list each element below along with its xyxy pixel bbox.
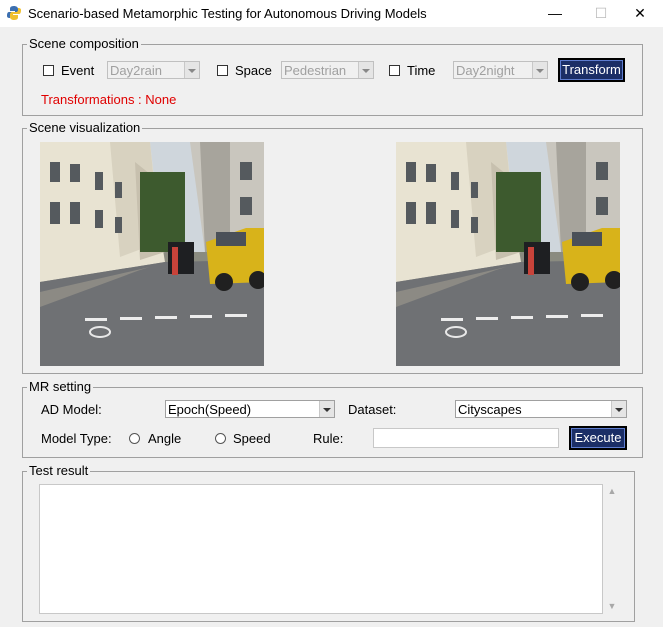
- execute-button[interactable]: Execute: [569, 426, 627, 450]
- time-label: Time: [407, 63, 436, 78]
- chevron-down-icon: [532, 62, 547, 78]
- transformed-scene-image: [396, 142, 620, 366]
- event-select-value: Day2rain: [110, 63, 163, 78]
- python-app-icon: [7, 6, 21, 20]
- chevron-down-icon: [611, 401, 626, 417]
- mr-setting-legend: MR setting: [29, 379, 92, 394]
- space-select-value: Pedestrian: [284, 63, 347, 78]
- space-label: Space: [235, 63, 272, 78]
- speed-radio[interactable]: [215, 433, 226, 444]
- angle-radio[interactable]: [129, 433, 140, 444]
- transform-button[interactable]: Transform: [558, 58, 625, 82]
- speed-radio-label: Speed: [233, 431, 271, 446]
- ad-model-label: AD Model:: [41, 402, 102, 417]
- close-button[interactable]: ✕: [617, 0, 663, 26]
- dataset-select[interactable]: Cityscapes: [455, 400, 627, 418]
- chevron-down-icon: [319, 401, 334, 417]
- scene-composition-legend: Scene composition: [29, 36, 139, 51]
- rule-input[interactable]: [373, 428, 559, 448]
- scene-visualization-legend: Scene visualization: [29, 120, 141, 135]
- minimize-button[interactable]: —: [532, 0, 578, 26]
- test-result-output[interactable]: [39, 484, 603, 614]
- time-select-value: Day2night: [456, 63, 515, 78]
- model-type-label: Model Type:: [41, 431, 112, 446]
- ad-model-select[interactable]: Epoch(Speed): [165, 400, 335, 418]
- original-scene-image: [40, 142, 264, 366]
- event-checkbox[interactable]: [43, 65, 54, 76]
- title-bar: Scenario-based Metamorphic Testing for A…: [0, 0, 663, 27]
- space-select[interactable]: Pedestrian: [281, 61, 374, 79]
- angle-radio-label: Angle: [148, 431, 182, 446]
- rule-label: Rule:: [313, 431, 344, 446]
- event-select[interactable]: Day2rain: [107, 61, 200, 79]
- chevron-down-icon: [184, 62, 199, 78]
- event-label: Event: [61, 63, 95, 78]
- scroll-up-icon[interactable]: ▲: [604, 485, 620, 497]
- time-select[interactable]: Day2night: [453, 61, 548, 79]
- window-title: Scenario-based Metamorphic Testing for A…: [28, 6, 427, 21]
- time-checkbox[interactable]: [389, 65, 400, 76]
- chevron-down-icon: [358, 62, 373, 78]
- dataset-label: Dataset:: [348, 402, 397, 417]
- test-result-legend: Test result: [29, 463, 89, 478]
- dataset-select-value: Cityscapes: [458, 402, 522, 417]
- ad-model-select-value: Epoch(Speed): [168, 402, 252, 417]
- space-checkbox[interactable]: [217, 65, 228, 76]
- transformations-status: Transformations : None: [41, 92, 177, 107]
- scroll-down-icon[interactable]: ▼: [604, 600, 620, 612]
